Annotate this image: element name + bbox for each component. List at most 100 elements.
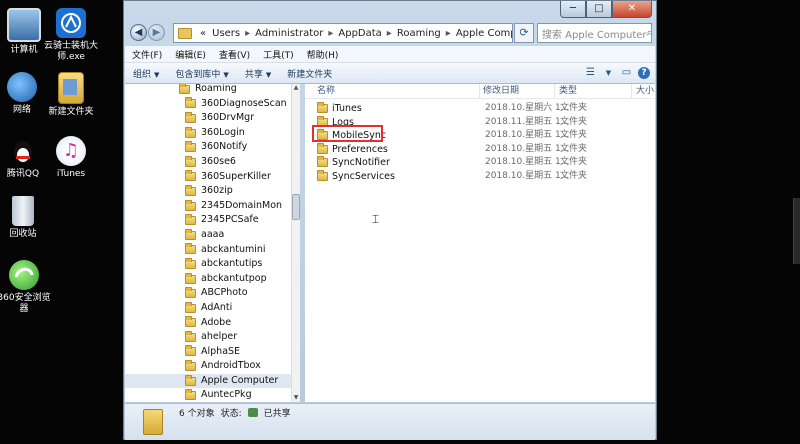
search-icon[interactable]: ⌕ xyxy=(647,26,651,40)
chevron-down-icon: ▼ xyxy=(265,70,272,79)
breadcrumb-separator-icon[interactable]: ▸ xyxy=(243,28,252,39)
refresh-button[interactable]: ⟳ xyxy=(514,23,534,43)
desktop-icon-label: 云骑士装机大师.exe xyxy=(43,41,98,62)
tree-item-label: 360zip xyxy=(201,185,233,197)
help-icon[interactable]: ? xyxy=(638,67,650,79)
menu-help[interactable]: 帮助(H) xyxy=(300,48,345,61)
desktop-icon-itunes[interactable]: ♫ iTunes xyxy=(41,136,101,180)
organize-button[interactable]: 组织 ▼ xyxy=(125,67,167,80)
column-divider[interactable] xyxy=(554,84,555,98)
scroll-up-icon[interactable]: ▲ xyxy=(292,84,300,92)
menu-view[interactable]: 查看(V) xyxy=(212,48,256,61)
folder-icon xyxy=(179,84,190,94)
column-divider[interactable] xyxy=(631,84,632,98)
scroll-down-icon[interactable]: ▼ xyxy=(292,394,300,402)
tree-item[interactable]: aaaa xyxy=(125,228,299,243)
menu-edit[interactable]: 编辑(E) xyxy=(168,48,212,61)
tree-item[interactable]: Adobe xyxy=(125,316,299,331)
breadcrumb-users[interactable]: Users xyxy=(209,28,243,39)
folder-icon xyxy=(185,345,196,357)
breadcrumb-separator-icon[interactable]: ▸ xyxy=(444,28,453,39)
tree-item-label: ahelper xyxy=(201,331,238,343)
breadcrumb-overflow[interactable]: « xyxy=(197,28,209,39)
desktop-icon-360-browser[interactable]: 360安全浏览器 xyxy=(0,260,54,315)
tree-item[interactable]: 360Notify xyxy=(125,140,299,155)
tree-item[interactable]: Apple Computer xyxy=(125,373,299,389)
breadcrumb-separator-icon[interactable]: ▸ xyxy=(385,28,394,39)
breadcrumb-administrator[interactable]: Administrator xyxy=(252,28,326,39)
file-row[interactable]: SyncNotifier 2018.10.星期五 1... 文件夹 xyxy=(305,156,655,170)
tree-item[interactable]: abckantumini xyxy=(125,243,299,258)
folder-icon xyxy=(317,169,328,181)
search-input[interactable]: 搜索 Apple Computer ⌕ xyxy=(537,23,652,43)
tree-item[interactable]: abckantutpop xyxy=(125,272,299,287)
tree-item[interactable]: 360SuperKiller xyxy=(125,170,299,185)
menu-tools[interactable]: 工具(T) xyxy=(256,48,300,61)
tree-item[interactable]: 360Login xyxy=(125,126,299,141)
new-folder-button[interactable]: 新建文件夹 xyxy=(279,67,340,80)
tree-item-label: ABCPhoto xyxy=(201,287,248,299)
tree-item[interactable]: 360zip xyxy=(125,184,299,199)
menu-file[interactable]: 文件(F) xyxy=(125,48,168,61)
organize-label: 组织 xyxy=(133,69,152,80)
preview-pane-icon[interactable]: ▭ xyxy=(620,67,633,79)
address-bar[interactable]: « Users ▸ Administrator ▸ AppData ▸ Roam… xyxy=(173,23,513,43)
file-type: 文件夹 xyxy=(560,170,588,181)
file-type: 文件夹 xyxy=(560,143,588,154)
desktop-icon-recycle-bin[interactable]: 回收站 xyxy=(0,196,53,240)
tree-item[interactable]: 360DrvMgr xyxy=(125,111,299,126)
tree-item[interactable]: ahelper xyxy=(125,330,299,345)
tree-item-label: abckantumini xyxy=(201,243,266,255)
folder-icon xyxy=(178,27,192,39)
tree-item[interactable]: Roaming xyxy=(125,84,299,97)
maximize-button[interactable]: □ xyxy=(586,1,612,18)
tree-item-label: 360Login xyxy=(201,126,245,138)
scrollbar-thumb[interactable] xyxy=(292,194,300,220)
file-row[interactable]: SyncServices 2018.10.星期五 1... 文件夹 xyxy=(305,169,655,184)
navigation-bar: ◀ ▶ « Users ▸ Administrator ▸ AppData ▸ … xyxy=(128,22,652,44)
view-options-icon[interactable]: ☰ xyxy=(584,67,597,79)
breadcrumb-separator-icon[interactable]: ▸ xyxy=(326,28,335,39)
tree-item[interactable]: 360se6 xyxy=(125,155,299,170)
file-row[interactable]: Preferences 2018.10.星期五 1... 文件夹 xyxy=(305,142,655,157)
tree-item-label: 360DiagnoseScan xyxy=(201,97,287,109)
tree-item[interactable]: AuntecPkg xyxy=(125,388,299,402)
tree-item[interactable]: AlphaSE xyxy=(125,345,299,360)
folder-icon xyxy=(185,243,196,255)
column-header-date[interactable]: 修改日期 xyxy=(483,84,519,98)
tree-item[interactable]: abckantutips xyxy=(125,257,299,272)
column-header-name[interactable]: 名称 xyxy=(317,84,335,98)
status-bar: 6 个对象 状态: 已共享 xyxy=(125,403,655,440)
column-header-size[interactable]: 大小 xyxy=(636,84,654,98)
tree-item[interactable]: ABCPhoto xyxy=(125,286,299,301)
share-button[interactable]: 共享 ▼ xyxy=(237,67,279,80)
tree-item[interactable]: AdAnti xyxy=(125,301,299,316)
360-browser-icon xyxy=(9,260,39,290)
file-modified-date: 2018.11.星期五 1... xyxy=(485,116,570,127)
tree-item-label: AndroidTbox xyxy=(201,360,261,372)
include-in-library-button[interactable]: 包含到库中 ▼ xyxy=(167,67,236,80)
include-library-label: 包含到库中 xyxy=(175,69,221,80)
desktop-icon-yunqishi[interactable]: 云骑士装机大师.exe xyxy=(41,8,101,63)
tree-item[interactable]: 2345DomainMon xyxy=(125,199,299,214)
folder-icon xyxy=(185,360,196,372)
desktop-icon-label: 360安全浏览器 xyxy=(0,293,51,314)
minimize-button[interactable]: ─ xyxy=(560,1,586,18)
back-button[interactable]: ◀ xyxy=(130,24,147,41)
tree-item-label: 360Notify xyxy=(201,141,248,153)
file-row[interactable]: iTunes 2018.10.星期六 1... 文件夹 xyxy=(305,102,655,116)
column-divider[interactable] xyxy=(479,84,480,98)
forward-button[interactable]: ▶ xyxy=(148,24,165,41)
desktop-icon-new-folder[interactable]: 新建文件夹 xyxy=(41,72,101,118)
file-type: 文件夹 xyxy=(560,103,588,113)
tree-item[interactable]: 2345PCSafe xyxy=(125,213,299,228)
chevron-down-icon[interactable]: ▼ xyxy=(602,67,615,79)
tree-item[interactable]: 360DiagnoseScan xyxy=(125,97,299,112)
close-button[interactable]: ✕ xyxy=(612,1,652,18)
breadcrumb-appdata[interactable]: AppData xyxy=(335,28,384,39)
column-header-type[interactable]: 类型 xyxy=(559,84,577,98)
tree-item[interactable]: AndroidTbox xyxy=(125,359,299,374)
breadcrumb-roaming[interactable]: Roaming xyxy=(394,28,444,39)
breadcrumb-apple-computer[interactable]: Apple Computer xyxy=(453,28,512,39)
nav-scrollbar[interactable]: ▲ ▼ xyxy=(291,84,300,402)
